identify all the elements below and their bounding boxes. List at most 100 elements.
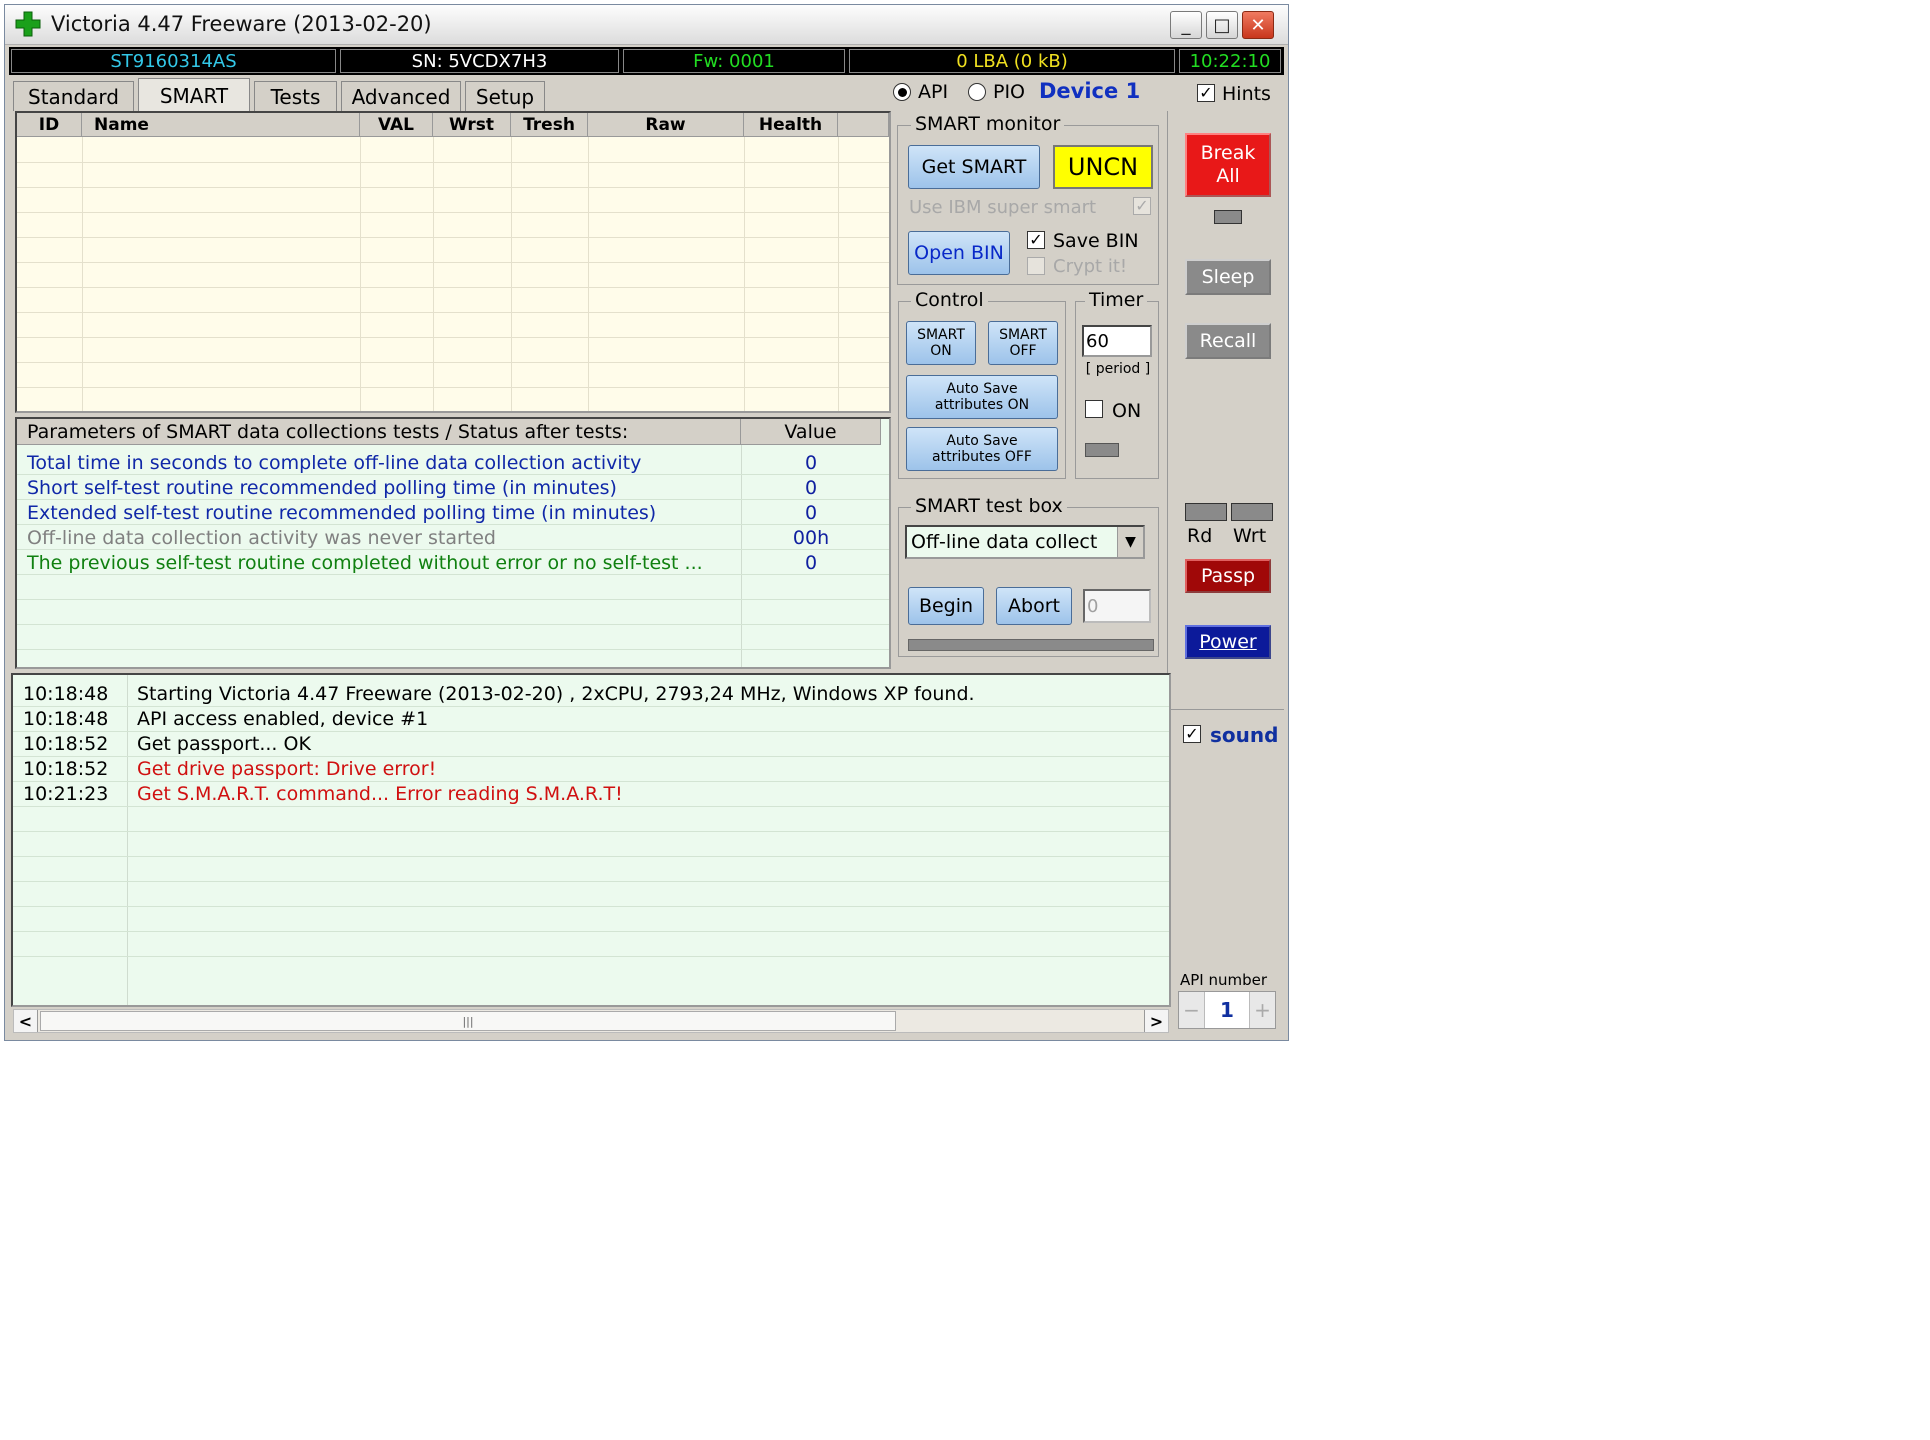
api-radio[interactable] xyxy=(893,83,911,101)
break-all-button[interactable]: Break All xyxy=(1185,133,1271,197)
timer-on-checkbox[interactable] xyxy=(1085,400,1103,418)
smart-off-button[interactable]: SMART OFF xyxy=(988,321,1058,365)
grid-line xyxy=(17,212,889,213)
passp-button[interactable]: Passp xyxy=(1185,559,1271,593)
grid-line xyxy=(17,499,889,500)
power-button[interactable]: Power xyxy=(1185,625,1271,659)
recall-button[interactable]: Recall xyxy=(1185,323,1271,359)
col-wrst[interactable]: Wrst xyxy=(433,113,511,137)
plus-icon[interactable]: + xyxy=(1249,992,1275,1028)
main-window: Victoria 4.47 Freeware (2013-02-20) _ □ … xyxy=(4,4,1289,1041)
col-health[interactable]: Health xyxy=(744,113,838,137)
sound-checkbox[interactable]: ✓ xyxy=(1183,725,1201,743)
timer-period-input[interactable] xyxy=(1082,325,1152,357)
get-smart-button[interactable]: Get SMART xyxy=(908,145,1040,189)
grid-line xyxy=(82,137,83,411)
tab-tests[interactable]: Tests xyxy=(254,81,337,111)
tab-setup[interactable]: Setup xyxy=(465,81,545,111)
col-spacer xyxy=(838,113,889,137)
sleep-button[interactable]: Sleep xyxy=(1185,259,1271,295)
smart-on-button[interactable]: SMART ON xyxy=(906,321,976,365)
radio-dot xyxy=(897,87,907,97)
col-name[interactable]: Name xyxy=(82,113,360,137)
wrt-indicator xyxy=(1231,503,1273,521)
tab-advanced[interactable]: Advanced xyxy=(341,81,461,111)
smart-on-line1: SMART xyxy=(917,327,965,343)
grid-line xyxy=(511,137,512,411)
device-label: Device 1 xyxy=(1039,79,1141,103)
drive-status-bar: ST9160314AS SN: 5VCDX7H3 Fw: 0001 0 LBA … xyxy=(9,47,1284,75)
grid-line xyxy=(13,706,1169,707)
test-type-value: Off-line data collect xyxy=(911,531,1098,553)
timer-label: Timer xyxy=(1085,289,1148,311)
col-val[interactable]: VAL xyxy=(360,113,433,137)
col-raw[interactable]: Raw xyxy=(588,113,744,137)
title-bar[interactable]: Victoria 4.47 Freeware (2013-02-20) _ □ … xyxy=(5,5,1288,45)
log-message: Get passport... OK xyxy=(137,733,311,755)
grid-line xyxy=(17,162,889,163)
params-value-header: Value xyxy=(741,419,881,445)
grid-line xyxy=(17,474,889,475)
minimize-button[interactable]: _ xyxy=(1170,11,1202,39)
smart-off-line1: SMART xyxy=(999,327,1047,343)
begin-button[interactable]: Begin xyxy=(908,587,984,625)
scroll-thumb[interactable]: ||| xyxy=(40,1011,896,1031)
smart-parameters-table[interactable]: Parameters of SMART data collections tes… xyxy=(15,417,891,669)
grid-line xyxy=(17,287,889,288)
use-ibm-label: Use IBM super smart xyxy=(909,197,1097,218)
crypt-checkbox[interactable] xyxy=(1027,257,1045,275)
grid-line xyxy=(17,599,889,600)
abort-button[interactable]: Abort xyxy=(996,587,1072,625)
log-message: API access enabled, device #1 xyxy=(137,708,429,730)
check-icon: ✓ xyxy=(1029,230,1043,249)
pio-radio[interactable] xyxy=(968,83,986,101)
col-id[interactable]: ID xyxy=(17,113,82,137)
hints-label: Hints xyxy=(1222,83,1271,105)
grid-line xyxy=(17,362,889,363)
green-cross-icon xyxy=(15,11,41,37)
grid-line xyxy=(13,831,1169,832)
scroll-left-icon[interactable]: < xyxy=(14,1010,38,1032)
autosave-on-button[interactable]: Auto Save attributes ON xyxy=(906,375,1058,419)
grid-line xyxy=(17,187,889,188)
log-message: Get drive passport: Drive error! xyxy=(137,758,437,780)
col-tresh[interactable]: Tresh xyxy=(511,113,588,137)
tab-standard[interactable]: Standard xyxy=(13,81,134,111)
save-bin-label: Save BIN xyxy=(1053,230,1139,252)
test-progress-input[interactable] xyxy=(1083,589,1151,623)
grid-line xyxy=(360,137,361,411)
drive-model: ST9160314AS xyxy=(11,49,336,73)
autosave-off-line2: attributes OFF xyxy=(932,449,1032,465)
api-number-stepper[interactable]: − 1 + xyxy=(1178,991,1276,1029)
window-title: Victoria 4.47 Freeware (2013-02-20) xyxy=(51,12,432,36)
smart-attributes-table[interactable]: ID Name VAL Wrst Tresh Raw Health xyxy=(15,111,891,413)
horizontal-scrollbar[interactable]: < ||| > xyxy=(13,1009,1169,1033)
grid-line xyxy=(13,856,1169,857)
break-all-line2: All xyxy=(1216,165,1240,187)
use-ibm-checkbox[interactable]: ✓ xyxy=(1133,197,1151,215)
autosave-off-button[interactable]: Auto Save attributes OFF xyxy=(906,427,1058,471)
save-bin-checkbox[interactable]: ✓ xyxy=(1027,231,1045,249)
open-bin-button[interactable]: Open BIN xyxy=(908,231,1010,275)
log-message: Get S.M.A.R.T. command... Error reading … xyxy=(137,783,623,805)
api-number-value[interactable]: 1 xyxy=(1207,992,1247,1028)
tab-smart[interactable]: SMART xyxy=(138,78,250,112)
maximize-button[interactable]: □ xyxy=(1206,11,1238,39)
log-time: 10:18:52 xyxy=(23,758,109,780)
close-button[interactable]: ✕ xyxy=(1242,11,1274,39)
grid-line xyxy=(13,881,1169,882)
crypt-label: Crypt it! xyxy=(1053,256,1128,277)
grid-line xyxy=(433,137,434,411)
hints-checkbox[interactable]: ✓ xyxy=(1197,84,1215,102)
chevron-down-icon[interactable]: ▼ xyxy=(1117,527,1143,557)
grid-line xyxy=(838,137,839,411)
grid-line xyxy=(17,549,889,550)
grid-line xyxy=(13,756,1169,757)
test-type-select[interactable]: Off-line data collect ▼ xyxy=(905,525,1145,559)
grid-line xyxy=(17,237,889,238)
break-all-line1: Break xyxy=(1200,142,1256,164)
scroll-right-icon[interactable]: > xyxy=(1144,1010,1168,1032)
minus-icon[interactable]: − xyxy=(1179,992,1205,1028)
check-icon: ✓ xyxy=(1185,724,1199,743)
log-panel[interactable]: 10:18:48 Starting Victoria 4.47 Freeware… xyxy=(11,673,1171,1007)
